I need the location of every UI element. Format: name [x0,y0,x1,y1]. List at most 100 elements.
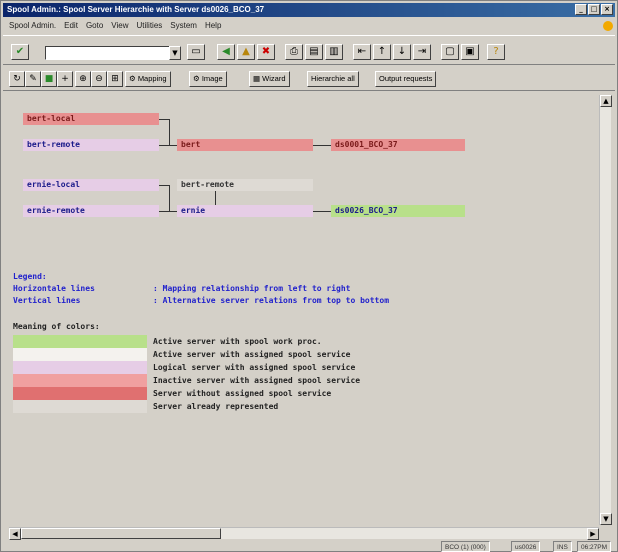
status-mode: INS [553,541,572,552]
vertical-line [169,119,170,145]
scroll-left-icon[interactable]: ◀ [9,528,21,540]
expand-icon[interactable]: + [57,71,73,87]
choose-icon[interactable]: ✎ [25,71,41,87]
sap-logo-icon [603,21,613,31]
color-swatch-active-workproc [13,335,147,348]
wizard-label: Wizard [262,74,286,83]
node-bert[interactable]: bert [177,139,313,151]
color-swatch-without-service [13,387,147,400]
application-toolbar: ↻ ✎ ■ + ⊕ ⊖ ⊞ ⚙ Mapping ⚙ Image ▦ Wizard… [3,67,615,91]
close-icon[interactable]: × [601,4,613,15]
node-ds0001-bco-37[interactable]: ds0001_BCO_37 [331,139,465,151]
sap-window: Spool Admin.: Spool Server Hierarchie wi… [0,0,618,552]
legend-horizontal-label: Horizontale lines [13,284,95,293]
refresh-icon[interactable]: ↻ [9,71,25,87]
node-ernie-local[interactable]: ernie-local [23,179,159,191]
output-label: Output requests [379,74,433,83]
node-bert-remote[interactable]: bert-remote [23,139,159,151]
horizontal-line [159,119,169,120]
hierarchy-view: bert-local bert-remote bert ds0001_BCO_3… [9,95,597,525]
image-label: Image [201,74,223,83]
mapping-button[interactable]: ⚙ Mapping [125,71,171,87]
print-icon[interactable]: ⎙ [285,44,303,60]
maximize-icon[interactable]: □ [588,4,600,15]
layout-icon[interactable]: ⊞ [107,71,123,87]
legend-vertical-desc: : Alternative server relations from top … [153,296,390,305]
status-system: BCO (1) (000) [441,541,490,552]
shortcut-icon[interactable]: ▣ [461,44,479,60]
display-icon[interactable]: ■ [41,71,57,87]
horizontal-line [313,145,331,146]
color-swatch-represented [13,400,147,413]
vertical-line [215,191,216,205]
scroll-up-icon[interactable]: ▲ [600,95,612,107]
color-swatch-logical [13,361,147,374]
vertical-line [169,185,170,211]
color-label: Server already represented [153,402,279,411]
cancel-icon[interactable]: ✖ [257,44,275,60]
color-label: Server without assigned spool service [153,389,332,398]
command-field[interactable] [45,46,171,60]
exit-icon[interactable]: ▲ [237,44,255,60]
save-icon[interactable]: ▭ [187,44,205,60]
hierarchie-label: Hierarchie all [311,74,355,83]
menu-edit[interactable]: Edit [64,19,78,33]
node-ernie[interactable]: ernie [177,205,313,217]
horizontal-scroll-thumb[interactable] [21,528,221,539]
color-label: Active server with assigned spool servic… [153,350,351,359]
back-icon[interactable]: ◀ [217,44,235,60]
output-requests-button[interactable]: Output requests [375,71,437,87]
node-ds0026-bco-37[interactable]: ds0026_BCO_37 [331,205,465,217]
previous-page-icon[interactable]: ↑ [373,44,391,60]
status-bar: BCO (1) (000) us0026 INS 06:27PM [3,541,615,552]
menu-goto[interactable]: Goto [86,19,103,33]
legend-title: Legend: [13,272,47,281]
legend-horizontal-desc: : Mapping relationship from left to righ… [153,284,351,293]
scroll-down-icon[interactable]: ▼ [600,513,612,525]
help-icon[interactable]: ? [487,44,505,60]
next-page-icon[interactable]: ↓ [393,44,411,60]
colors-title: Meaning of colors: [13,322,100,331]
last-page-icon[interactable]: ⇥ [413,44,431,60]
color-swatch-active-assigned [13,348,147,361]
status-time: 06:27PM [577,541,612,552]
legend-vertical-label: Vertical lines [13,296,81,305]
menu-spool-admin[interactable]: Spool Admin. [9,19,56,33]
menu-bar: Spool Admin. Edit Goto View Utilities Sy… [3,19,615,33]
color-swatch-inactive [13,374,147,387]
horizontal-line [313,211,331,212]
image-button[interactable]: ⚙ Image [189,71,227,87]
color-label: Inactive server with assigned spool serv… [153,376,361,385]
color-label: Logical server with assigned spool servi… [153,363,356,372]
new-session-icon[interactable]: ▢ [441,44,459,60]
menu-system[interactable]: System [170,19,197,33]
node-bert-local[interactable]: bert-local [23,113,159,125]
find-icon[interactable]: ▤ [305,44,323,60]
wizard-button[interactable]: ▦ Wizard [249,71,290,87]
command-dropdown-icon[interactable]: ▼ [169,46,181,60]
node-bert-remote-represented[interactable]: bert-remote [177,179,313,191]
status-server: us0026 [511,541,541,552]
zoom-out-icon[interactable]: ⊖ [91,71,107,87]
window-title: Spool Admin.: Spool Server Hierarchie wi… [7,5,265,14]
horizontal-scrollbar[interactable]: ◀ ▶ [9,527,599,540]
standard-toolbar: ✔ ▼ ▭ ◀ ▲ ✖ ⎙ ▤ ▥ ⇤ ↑ ↓ ⇥ ▢ ▣ ? [3,35,615,65]
horizontal-line [159,185,169,186]
scroll-right-icon[interactable]: ▶ [587,528,599,540]
color-label: Active server with spool work proc. [153,337,322,346]
menu-view[interactable]: View [111,19,128,33]
menu-help[interactable]: Help [205,19,221,33]
title-bar: Spool Admin.: Spool Server Hierarchie wi… [3,3,615,17]
hierarchie-all-button[interactable]: Hierarchie all [307,71,359,87]
horizontal-line [159,211,177,212]
vertical-scrollbar[interactable]: ▲ ▼ [599,95,612,525]
mapping-label: Mapping [137,74,167,83]
horizontal-line [159,145,177,146]
zoom-in-icon[interactable]: ⊕ [75,71,91,87]
first-page-icon[interactable]: ⇤ [353,44,371,60]
minimize-icon[interactable]: _ [575,4,587,15]
find-next-icon[interactable]: ▥ [325,44,343,60]
node-ernie-remote[interactable]: ernie-remote [23,205,159,217]
enter-icon[interactable]: ✔ [11,44,29,60]
menu-utilities[interactable]: Utilities [136,19,162,33]
